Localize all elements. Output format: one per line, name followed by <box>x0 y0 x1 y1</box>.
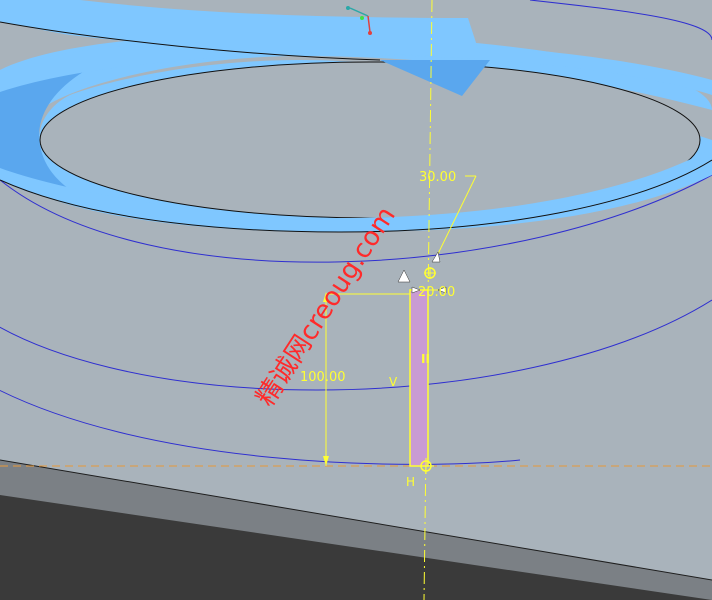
sketch-canvas[interactable]: 30.00 20.00 100.00 V H II 精诚网creoug.com <box>0 0 712 600</box>
dim-arrow-bottom <box>323 456 329 466</box>
triad-y-tip <box>368 31 372 35</box>
triad-x-axis <box>349 7 369 17</box>
triad-x-tip <box>346 6 350 10</box>
helix-curve-top <box>529 0 712 41</box>
triad-z-tip <box>360 16 364 20</box>
dim-height-value[interactable]: 100.00 <box>300 370 346 385</box>
constraint-parallel[interactable]: II <box>421 352 430 366</box>
ground-plane <box>0 495 712 600</box>
creo-graphics-window[interactable]: 30.00 20.00 100.00 V H II 精诚网creoug.com <box>0 0 712 600</box>
dim-width-value[interactable]: 20.00 <box>418 285 455 300</box>
sweep-top-coil <box>0 0 480 56</box>
constraint-vertical[interactable]: V <box>389 375 398 389</box>
helix-curve-lower <box>0 299 712 391</box>
dim-top-arrow <box>431 251 441 263</box>
sketch-marker <box>397 269 411 283</box>
constraint-horizontal[interactable]: H <box>406 475 415 489</box>
dim-top-value[interactable]: 30.00 <box>419 170 456 185</box>
sketch-section-rect[interactable] <box>409 289 429 467</box>
